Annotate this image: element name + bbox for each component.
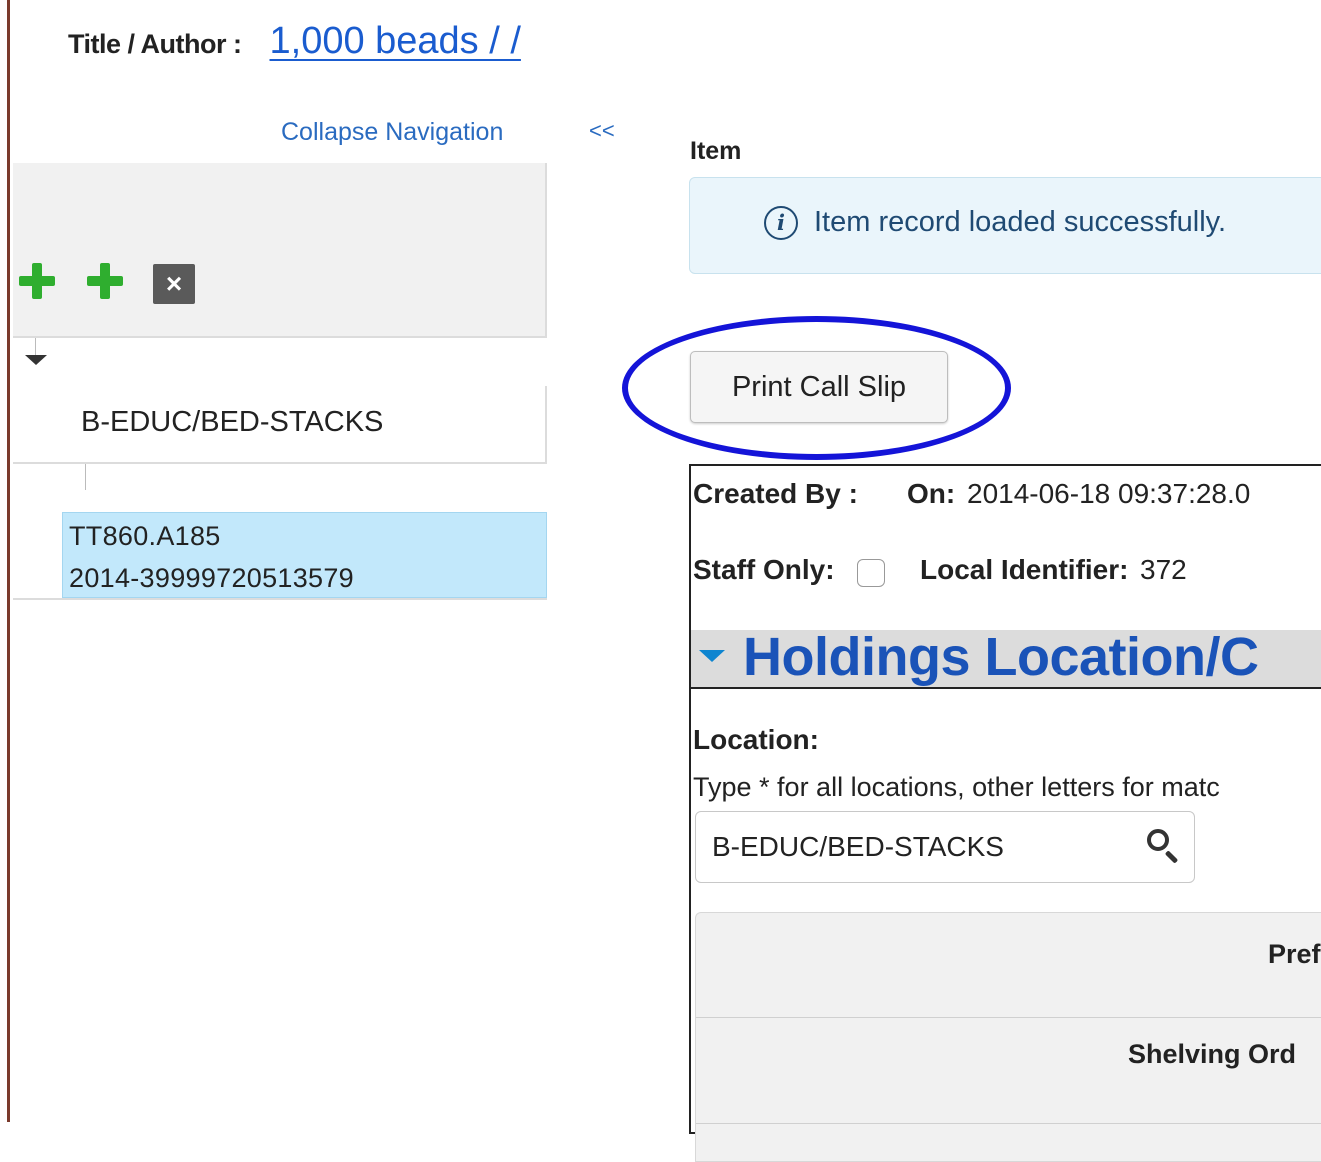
section-collapse-icon[interactable] (699, 650, 725, 662)
delete-icon[interactable]: × (153, 264, 195, 304)
created-by-label: Created By : (693, 478, 858, 509)
holdings-location-section-header[interactable]: Holdings Location/C (691, 630, 1321, 689)
on-label: On: (907, 478, 956, 509)
add-holdings-icon[interactable] (19, 263, 55, 299)
print-call-slip-button[interactable]: Print Call Slip (690, 351, 948, 423)
left-border (0, 0, 10, 1122)
staff-only-label: Staff Only: (693, 554, 835, 585)
tree-node-location[interactable]: B-EDUC/BED-STACKS (13, 386, 547, 464)
title-author-link[interactable]: 1,000 beads / / (270, 20, 521, 63)
tree-expand-icon[interactable] (25, 355, 47, 365)
local-identifier-value: 372 (1140, 554, 1187, 585)
collapse-arrows-icon[interactable]: << (589, 118, 615, 144)
success-alert: i Item record loaded successfully. (689, 177, 1321, 274)
local-identifier-label: Local Identifier: (920, 554, 1129, 585)
tree-item-row: TT860.A185 2014-39999720513579 (13, 512, 547, 600)
item-heading: Item (690, 137, 742, 165)
item-record-panel: Created By : On: 2014-06-18 09:37:28.0 S… (689, 464, 1321, 1162)
staff-only-checkbox[interactable] (857, 559, 885, 587)
table-label-prefix: Pref (1268, 939, 1321, 969)
location-hint: Type * for all locations, other letters … (693, 772, 1220, 802)
add-item-icon[interactable] (87, 263, 123, 299)
tree-item-call-number: TT860.A185 (69, 521, 221, 551)
info-icon: i (764, 206, 798, 240)
tree-node-item[interactable]: TT860.A185 2014-39999720513579 (62, 512, 547, 598)
on-value: 2014-06-18 09:37:28.0 (967, 478, 1251, 509)
location-input[interactable] (695, 811, 1195, 883)
title-author-label: Title / Author : (68, 29, 242, 59)
search-icon[interactable] (1147, 829, 1181, 863)
tree-toolbar-panel: × (13, 163, 547, 338)
section-title: Holdings Location/C (743, 630, 1259, 687)
alert-message: Item record loaded successfully. (814, 206, 1227, 238)
table-divider (696, 1017, 1321, 1018)
table-label-shelving-order: Shelving Ord (1128, 1039, 1297, 1069)
tree-item-barcode: 2014-39999720513579 (69, 563, 354, 593)
table-divider (696, 1123, 1321, 1124)
tree-node-location-label: B-EDUC/BED-STACKS (81, 406, 384, 438)
shelving-table: Pref Shelving Ord (695, 912, 1321, 1162)
collapse-navigation-link[interactable]: Collapse Navigation (281, 118, 503, 147)
title-author-row: Title / Author : 1,000 beads / / (68, 20, 521, 63)
tree-connector (85, 464, 86, 490)
location-label: Location: (693, 724, 819, 755)
